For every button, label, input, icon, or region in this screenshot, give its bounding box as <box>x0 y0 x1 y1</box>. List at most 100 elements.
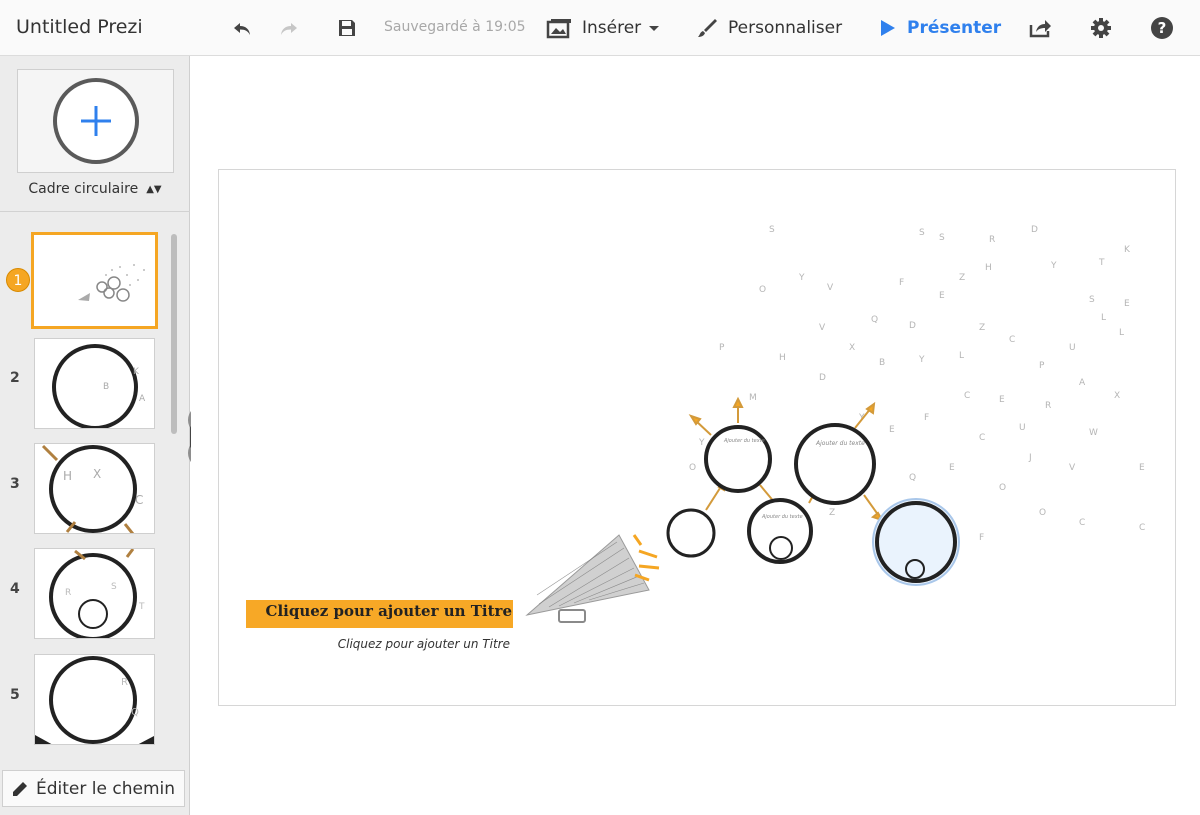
svg-text:S: S <box>1089 295 1095 305</box>
svg-text:H: H <box>63 469 72 483</box>
svg-text:R: R <box>65 588 71 598</box>
svg-text:E: E <box>1139 463 1145 473</box>
sidebar-divider <box>0 211 190 212</box>
svg-text:H: H <box>779 353 786 363</box>
presentation-stage[interactable]: S S S R D K T Y H Z Y O V F E S E L Q D Z C U L V X B Y L P A X R E… <box>218 169 1176 706</box>
play-icon <box>881 20 895 36</box>
present-button[interactable]: Présenter <box>879 14 1001 42</box>
circle-text-mid: Ajouter du texte <box>761 514 803 520</box>
slide-preview: B K A <box>52 344 146 428</box>
svg-text:O: O <box>999 483 1006 493</box>
slide-preview: R S T <box>49 549 145 638</box>
save-status: Sauvegardé à 19:05 <box>384 19 526 35</box>
svg-text:U: U <box>1019 423 1026 433</box>
svg-text:Q: Q <box>871 315 878 325</box>
svg-text:Y: Y <box>1050 261 1057 271</box>
svg-text:Z: Z <box>979 323 985 333</box>
slide-number-badge: 1 <box>6 268 30 292</box>
svg-text:S: S <box>769 225 775 235</box>
svg-text:W: W <box>1089 428 1098 438</box>
svg-text:S: S <box>939 233 945 243</box>
svg-text:A: A <box>139 394 146 404</box>
share-button[interactable] <box>1028 14 1052 42</box>
help-icon: ? <box>1151 17 1173 39</box>
slide-number: 3 <box>10 476 20 492</box>
presentation-title[interactable]: Untitled Prezi <box>16 16 143 38</box>
svg-text:Y: Y <box>918 355 925 365</box>
svg-text:R: R <box>1045 401 1051 411</box>
insert-media-icon <box>546 19 571 39</box>
floppy-disk-icon <box>339 20 355 36</box>
svg-text:O: O <box>689 463 696 473</box>
insert-label: Insérer <box>582 18 642 38</box>
slide-number: 2 <box>10 370 20 386</box>
chevron-down-icon <box>649 25 660 31</box>
svg-text:Q: Q <box>131 707 139 718</box>
svg-text:F: F <box>899 278 904 288</box>
slide-thumbnail-3[interactable]: H X C <box>34 443 155 534</box>
insert-menu-button[interactable]: Insérer <box>546 14 660 42</box>
slide-number: 5 <box>10 687 20 703</box>
share-icon <box>1029 20 1051 38</box>
svg-text:Z: Z <box>829 508 835 518</box>
svg-text:X: X <box>849 343 855 353</box>
edit-path-button[interactable]: Éditer le chemin <box>2 770 185 807</box>
slide-preview: RQ <box>35 656 154 744</box>
pencil-icon <box>13 781 27 796</box>
svg-text:D: D <box>1031 225 1038 235</box>
svg-text:B: B <box>879 358 885 368</box>
svg-text:J: J <box>1028 453 1032 463</box>
undo-icon <box>234 23 250 35</box>
customize-label: Personnaliser <box>728 18 843 38</box>
svg-text:E: E <box>1124 299 1130 309</box>
slide-title[interactable]: Cliquez pour ajouter un Titre <box>246 602 512 620</box>
svg-text:P: P <box>719 343 725 353</box>
customize-button[interactable]: Personnaliser <box>696 14 842 42</box>
add-circle-icon <box>52 78 139 164</box>
svg-text:F: F <box>979 533 984 543</box>
present-label: Présenter <box>907 18 1002 38</box>
slide-preview: H X C <box>41 444 143 533</box>
slide-thumbnail-5[interactable]: RQ <box>34 654 155 745</box>
svg-text:X: X <box>93 467 101 481</box>
svg-text:Q: Q <box>909 473 916 483</box>
svg-text:?: ? <box>1158 19 1167 37</box>
slide-subtitle[interactable]: Cliquez pour ajouter un Titre <box>246 637 510 651</box>
svg-text:O: O <box>1039 508 1046 518</box>
svg-text:H: H <box>985 263 992 273</box>
svg-text:E: E <box>999 395 1005 405</box>
svg-text:T: T <box>138 602 145 612</box>
brush-icon <box>698 19 717 37</box>
frame-type-select[interactable]: Cadre circulaire ▲▼ <box>0 181 190 197</box>
slide-thumbnail-1[interactable] <box>31 232 158 329</box>
svg-text:F: F <box>924 413 929 423</box>
svg-text:P: P <box>1039 361 1045 371</box>
frame-type-label: Cadre circulaire <box>28 181 139 197</box>
sidebar: Cadre circulaire ▲▼ 1 2 BKA 3 H X C 4 R … <box>0 56 190 815</box>
svg-text:S: S <box>919 228 925 238</box>
undo-button[interactable] <box>230 14 254 42</box>
circle-text-large: Ajouter du texte <box>815 440 865 447</box>
svg-text:E: E <box>939 291 945 301</box>
svg-text:D: D <box>909 321 916 331</box>
edit-path-label: Éditer le chemin <box>36 778 175 799</box>
svg-text:Y: Y <box>698 438 705 448</box>
svg-text:A: A <box>1079 378 1086 388</box>
add-frame-button[interactable] <box>17 69 174 173</box>
svg-text:K: K <box>1124 245 1131 255</box>
svg-text:Z: Z <box>959 273 965 283</box>
svg-text:M: M <box>749 393 757 403</box>
redo-button[interactable] <box>277 14 301 42</box>
settings-button[interactable] <box>1090 14 1112 42</box>
slide-list-scrollbar[interactable] <box>171 234 177 434</box>
slide-thumbnail-2[interactable]: B K A <box>34 338 155 429</box>
svg-text:K: K <box>133 367 140 377</box>
slide-thumbnail-4[interactable]: R S T <box>34 548 155 639</box>
svg-text:S: S <box>111 582 117 592</box>
help-button[interactable]: ? <box>1150 14 1174 42</box>
gear-icon <box>1091 18 1111 38</box>
top-toolbar: Untitled Prezi Sauvegardé à 19:05 Insére… <box>0 0 1200 56</box>
editor-canvas[interactable]: S S S R D K T Y H Z Y O V F E S E L Q D Z C U L V X B Y L P A X R E… <box>191 56 1200 815</box>
save-button[interactable] <box>336 14 358 42</box>
svg-text:L: L <box>1119 328 1124 338</box>
